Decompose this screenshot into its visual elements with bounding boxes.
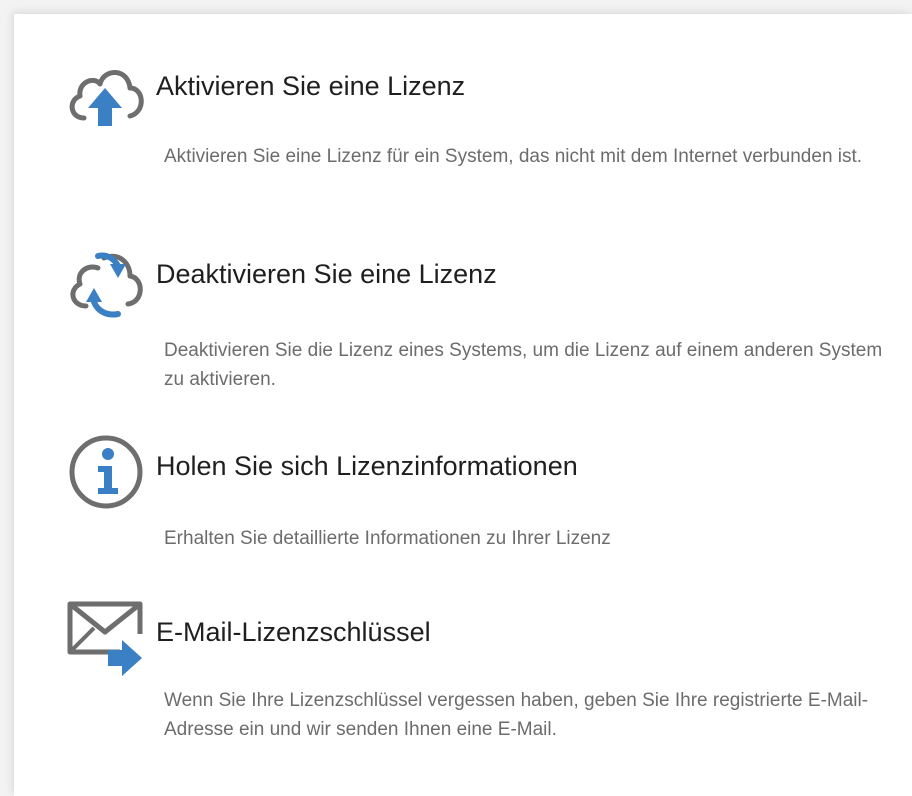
email-license-key-title: E-Mail-Lizenzschlüssel — [156, 617, 431, 647]
email-license-key-description: Wenn Sie Ihre Lizenzschlüssel vergessen … — [164, 690, 869, 740]
license-info-title: Holen Sie sich Lizenzinformationen — [156, 451, 578, 481]
activate-license-option[interactable]: Aktivieren Sie eine Lizenz Aktivieren Si… — [14, 54, 912, 214]
deactivate-license-option[interactable]: Deaktivieren Sie eine Lizenz Deaktiviere… — [14, 240, 912, 410]
license-info-description: Erhalten Sie detaillierte Informationen … — [164, 528, 611, 549]
cloud-upload-icon — [64, 54, 146, 136]
deactivate-license-description: Deaktivieren Sie die Lizenz eines System… — [164, 340, 883, 390]
info-icon — [64, 432, 146, 514]
email-forward-icon — [64, 598, 146, 680]
email-license-key-option[interactable]: E-Mail-Lizenzschlüssel Wenn Sie Ihre Liz… — [14, 598, 912, 768]
license-options-panel: Aktivieren Sie eine Lizenz Aktivieren Si… — [14, 14, 912, 796]
cloud-sync-icon — [64, 240, 146, 322]
license-info-option[interactable]: Holen Sie sich Lizenzinformationen Erhal… — [14, 432, 912, 582]
activate-license-title: Aktivieren Sie eine Lizenz — [156, 71, 466, 101]
deactivate-license-title: Deaktivieren Sie eine Lizenz — [156, 259, 497, 289]
activate-license-description: Aktivieren Sie eine Lizenz für ein Syste… — [164, 146, 863, 167]
